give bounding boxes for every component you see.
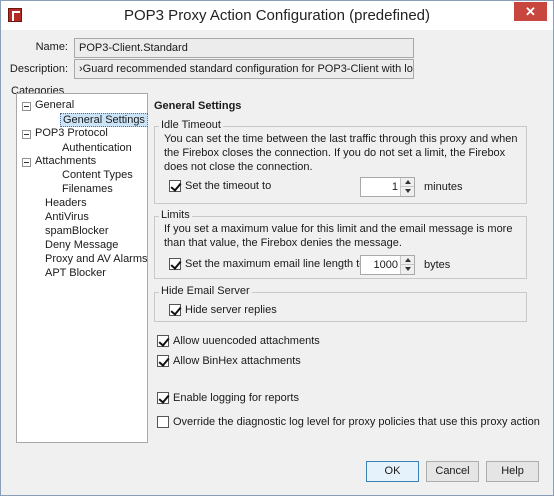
hide-server-replies-checkbox[interactable] (169, 304, 181, 316)
tree-item-apt-blocker[interactable]: APT Blocker (45, 267, 106, 279)
timeout-unit-label: minutes (424, 181, 463, 193)
tree-item-attachments[interactable]: Attachments (35, 155, 96, 167)
limits-title: Limits (159, 209, 192, 221)
description-label: Description: (9, 63, 68, 75)
tree-item-headers[interactable]: Headers (45, 197, 87, 209)
tree-item-antivirus[interactable]: AntiVirus (45, 211, 89, 223)
spin-up-arrow-icon[interactable] (400, 256, 414, 265)
collapse-toggle-general[interactable] (22, 102, 31, 111)
allow-uuencoded-label: Allow uuencoded attachments (173, 335, 320, 347)
description-field[interactable]: ›Guard recommended standard configuratio… (74, 59, 414, 79)
line-length-spinner[interactable]: 1000 (360, 255, 415, 275)
max-line-length-checkbox[interactable] (169, 258, 181, 270)
cancel-button[interactable]: Cancel (426, 461, 479, 482)
max-line-length-checkbox-label: Set the maximum email line length to (185, 258, 366, 270)
hide-server-replies-label: Hide server replies (185, 304, 277, 316)
tree-item-general-settings[interactable]: General Settings (60, 113, 148, 127)
window-title: POP3 Proxy Action Configuration (predefi… (124, 7, 430, 24)
allow-binhex-checkbox[interactable] (157, 355, 169, 367)
category-tree[interactable]: General General Settings POP3 Protocol A… (16, 93, 148, 443)
spin-down-arrow-icon[interactable] (400, 187, 414, 196)
tree-item-content-types[interactable]: Content Types (62, 169, 133, 181)
spin-up-arrow-icon[interactable] (400, 178, 414, 187)
general-settings-heading: General Settings (154, 100, 242, 112)
spin-down-arrow-icon[interactable] (400, 265, 414, 274)
hide-email-server-title: Hide Email Server (159, 285, 252, 297)
ok-button[interactable]: OK (366, 461, 419, 482)
timeout-spinner[interactable]: 1 (360, 177, 415, 197)
limits-description: If you set a maximum value for this limi… (164, 223, 513, 249)
idle-timeout-title: Idle Timeout (159, 119, 223, 131)
close-button[interactable]: ✕ (514, 2, 547, 21)
timeout-value: 1 (391, 181, 398, 193)
line-length-value: 1000 (373, 259, 398, 271)
collapse-toggle-pop3-protocol[interactable] (22, 130, 31, 139)
dialog-window: POP3 Proxy Action Configuration (predefi… (0, 0, 554, 496)
allow-uuencoded-checkbox[interactable] (157, 335, 169, 347)
line-length-unit-label: bytes (424, 259, 451, 271)
tree-item-spamblocker[interactable]: spamBlocker (45, 225, 109, 237)
collapse-toggle-attachments[interactable] (22, 158, 31, 167)
tree-item-general[interactable]: General (35, 99, 74, 111)
override-log-level-label: Override the diagnostic log level for pr… (173, 416, 540, 428)
name-label: Name: (35, 41, 68, 53)
idle-timeout-checkbox[interactable] (169, 180, 181, 192)
help-button[interactable]: Help (486, 461, 539, 482)
tree-item-proxy-av-alarms[interactable]: Proxy and AV Alarms (45, 253, 148, 265)
title-bar[interactable]: POP3 Proxy Action Configuration (predefi… (1, 1, 553, 30)
override-log-level-checkbox[interactable] (157, 416, 169, 428)
enable-logging-checkbox[interactable] (157, 392, 169, 404)
tree-item-authentication[interactable]: Authentication (62, 142, 132, 154)
idle-timeout-checkbox-label: Set the timeout to (185, 180, 272, 192)
tree-item-filenames[interactable]: Filenames (62, 183, 113, 195)
allow-binhex-label: Allow BinHex attachments (173, 355, 301, 367)
tree-item-pop3-protocol[interactable]: POP3 Protocol (35, 127, 108, 139)
enable-logging-label: Enable logging for reports (173, 392, 299, 404)
tree-item-deny-message[interactable]: Deny Message (45, 239, 118, 251)
idle-timeout-description: You can set the time between the last tr… (164, 133, 518, 173)
name-field[interactable]: POP3-Client.Standard (74, 38, 414, 58)
